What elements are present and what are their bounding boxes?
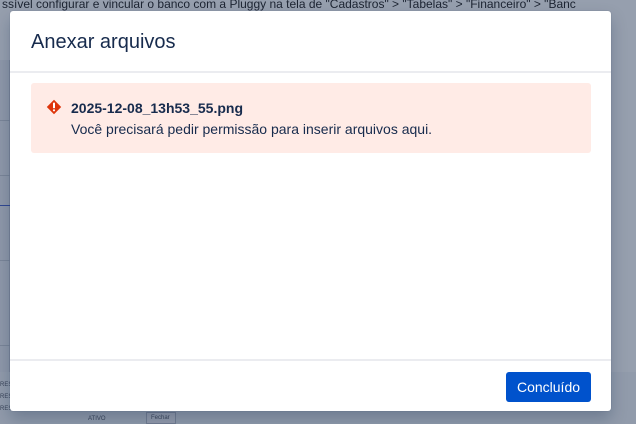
error-message: Você precisará pedir permissão para inse…: [71, 121, 433, 137]
upload-error-panel: 2025-12-08_13h53_55.png Você precisará p…: [31, 83, 591, 153]
dialog-title: Anexar arquivos: [31, 31, 176, 53]
error-icon: [46, 99, 62, 115]
error-filename: 2025-12-08_13h53_55.png: [71, 100, 243, 116]
dialog-header: Anexar arquivos: [10, 11, 611, 73]
attach-files-dialog: Anexar arquivos 2025-12-08_13h53_55.png …: [10, 11, 611, 411]
done-button[interactable]: Concluído: [506, 372, 591, 402]
dialog-footer: Concluído: [10, 359, 611, 411]
dialog-body: 2025-12-08_13h53_55.png Você precisará p…: [10, 73, 611, 359]
